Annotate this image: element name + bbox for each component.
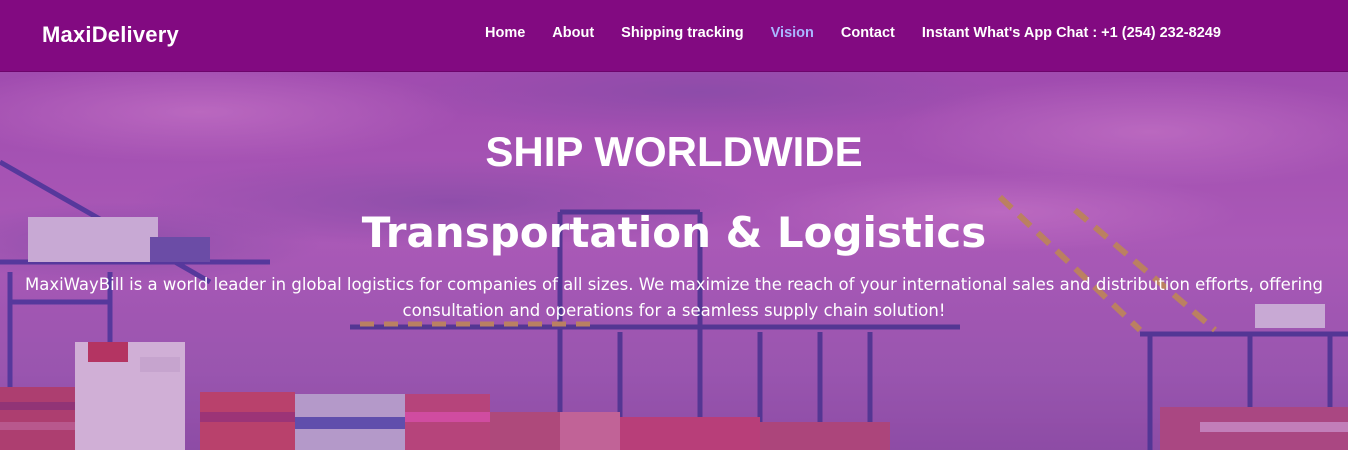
nav-about-link[interactable]: About (552, 25, 594, 41)
hero-banner: SHIP WORLDWIDE Transportation & Logistic… (0, 72, 1348, 450)
nav-whatsapp-chat-link[interactable]: Instant What's App Chat : +1 (254) 232-8… (922, 25, 1221, 41)
main-nav: Home About Shipping tracking Vision Cont… (485, 25, 1248, 41)
brand-logo[interactable]: MaxiDelivery (42, 22, 179, 48)
nav-shipping-tracking-link[interactable]: Shipping tracking (621, 25, 743, 41)
hero-title: SHIP WORLDWIDE (485, 128, 863, 175)
hero-description: MaxiWayBill is a world leader in global … (24, 275, 1324, 320)
nav-contact-link[interactable]: Contact (841, 25, 895, 41)
hero-subtitle: Transportation & Logistics (361, 208, 987, 257)
top-navbar: MaxiDelivery Home About Shipping trackin… (0, 0, 1348, 72)
nav-vision-link[interactable]: Vision (771, 25, 814, 41)
nav-home-link[interactable]: Home (485, 25, 525, 41)
